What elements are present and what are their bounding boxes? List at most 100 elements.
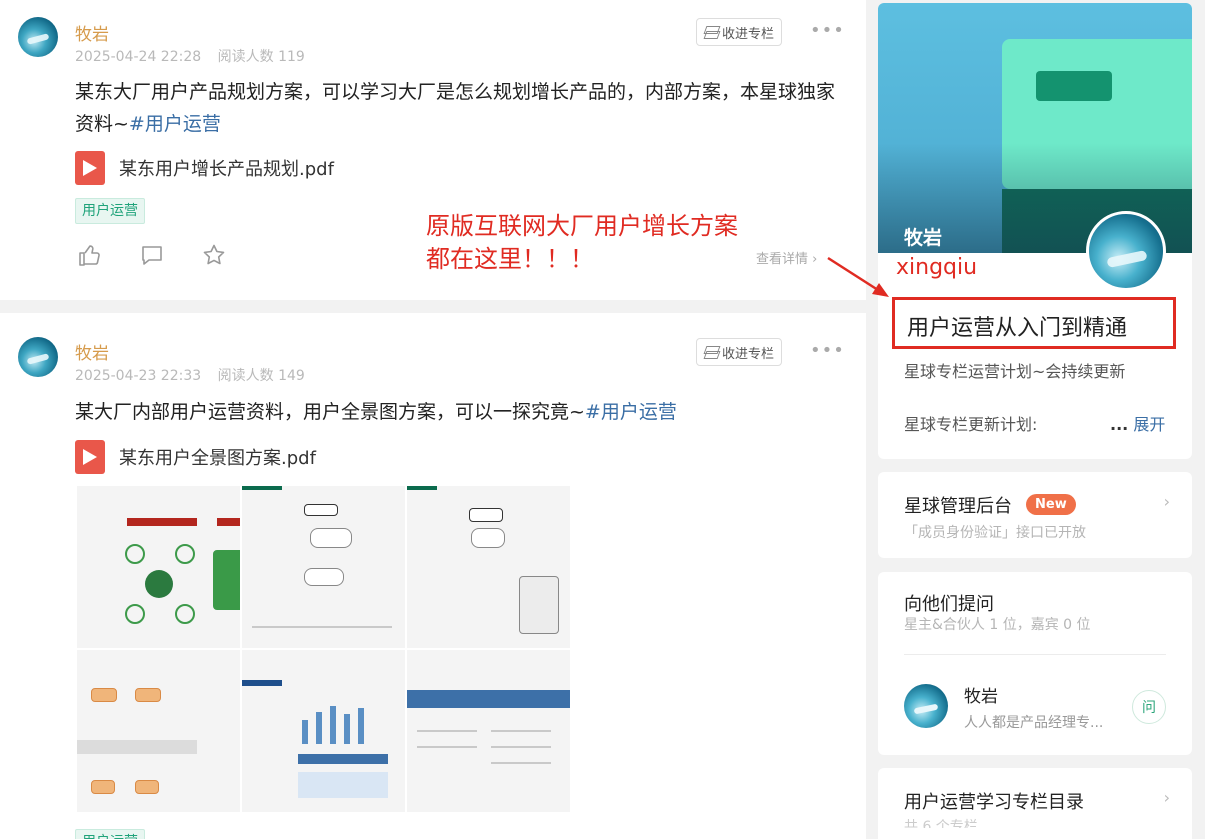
collect-to-column-button[interactable]: 收进专栏 (696, 338, 782, 366)
column-title: 用户运营从入门到精通 (907, 316, 1128, 341)
annotation-line-2: 都在这里！！！ (426, 245, 594, 273)
collect-label: 收进专栏 (721, 346, 774, 362)
owner-avatar[interactable] (1086, 211, 1166, 291)
thumb-box (135, 780, 159, 794)
pdf-file-icon (75, 440, 105, 474)
thumb-node (125, 544, 145, 564)
host-avatar[interactable] (904, 684, 948, 728)
thumb-accent (242, 680, 282, 686)
image-thumbnail[interactable] (77, 486, 240, 648)
host-description: 人人都是产品经理专... (964, 715, 1104, 731)
hashtag-link[interactable]: #用户运营 (129, 113, 221, 135)
collect-to-column-button[interactable]: 收进专栏 (696, 18, 782, 46)
thumb-band (77, 740, 197, 754)
thumb-bar (358, 708, 364, 744)
author-avatar[interactable] (18, 17, 58, 57)
thumb-bar (330, 706, 336, 744)
image-thumbnail[interactable] (407, 650, 570, 812)
thumb-center-node (145, 570, 173, 598)
topic-tag[interactable]: 用户运营 (75, 829, 145, 839)
ask-title: 向他们提问 (904, 594, 994, 615)
thumb-line (491, 746, 551, 748)
thumb-red-header (127, 518, 197, 526)
expand-ellipsis: ... (1110, 415, 1129, 434)
thumb-side-panel (213, 550, 240, 610)
chevron-right-icon: › (1163, 492, 1170, 511)
toc-title: 用户运营学习专栏目录 (904, 792, 1084, 813)
post-actions (78, 243, 226, 267)
comment-icon[interactable] (140, 243, 164, 267)
thumb-table-header (298, 754, 388, 764)
more-dots-icon[interactable]: ••• (810, 20, 845, 41)
new-badge: New (1026, 494, 1076, 515)
pdf-attachment[interactable]: 某东用户增长产品规划.pdf (75, 151, 334, 185)
admin-subtitle: 「成员身份验证」接口已开放 (904, 525, 1086, 541)
thumb-bar (302, 720, 308, 744)
author-name[interactable]: 牧岩 (75, 339, 109, 364)
author-name[interactable]: 牧岩 (75, 20, 109, 45)
cover-shape (1036, 71, 1112, 101)
pdf-filename: 某东用户增长产品规划.pdf (119, 159, 334, 180)
thumb-accent (407, 486, 437, 490)
image-gallery (77, 486, 571, 813)
thumb-table (298, 772, 388, 798)
image-thumbnail[interactable] (77, 650, 240, 812)
post-date: 2025-04-23 22:33 (75, 368, 202, 384)
thumb-line (417, 746, 477, 748)
chevron-right-icon: › (1163, 788, 1170, 807)
column-plan-label: 星球专栏更新计划: (904, 415, 1038, 434)
pdf-attachment[interactable]: 某东用户全景图方案.pdf (75, 440, 316, 474)
thumb-line (491, 730, 551, 732)
thumb-bar (316, 712, 322, 744)
pdf-file-icon (75, 151, 105, 185)
thumbs-up-icon[interactable] (78, 243, 102, 267)
thumb-accent (242, 486, 282, 490)
red-annotation: 原版互联网大厂用户增长方案 都在这里！！！ (426, 210, 738, 276)
divider (904, 654, 1166, 655)
view-details-label: 查看详情 (756, 252, 809, 267)
thumb-box (519, 576, 559, 634)
thumb-line (417, 730, 477, 732)
thumb-box (471, 528, 505, 548)
annotation-line-1: 原版互联网大厂用户增长方案 (426, 212, 738, 240)
post-meta: 2025-04-24 22:28 阅读人数 119 (75, 46, 317, 66)
author-avatar[interactable] (18, 337, 58, 377)
thumb-box (91, 780, 115, 794)
column-title-highlight: 用户运营从入门到精通 (892, 297, 1176, 349)
annotation-xingqiu: xingqiu (896, 255, 978, 280)
column-toc-card[interactable]: 用户运营学习专栏目录 共 6 个专栏 › (878, 768, 1192, 839)
post-text: 某大厂内部用户运营资料，用户全景图方案，可以一探究竟~#用户运营 (75, 396, 835, 428)
cover-owner-name: 牧岩 (904, 227, 943, 249)
topic-tag[interactable]: 用户运营 (75, 198, 145, 224)
host-name[interactable]: 牧岩 (964, 682, 998, 707)
image-thumbnail[interactable] (407, 486, 570, 648)
read-count: 阅读人数 119 (217, 49, 305, 65)
layers-icon (704, 26, 718, 38)
view-details-link[interactable]: 查看详情 › (756, 248, 817, 267)
ask-button[interactable]: 问 (1132, 690, 1166, 724)
post-text: 某东大厂用户产品规划方案，可以学习大厂是怎么规划增长产品的，内部方案，本星球独家… (75, 76, 835, 140)
thumb-box (91, 688, 117, 702)
star-icon[interactable] (202, 243, 226, 267)
hashtag-link[interactable]: #用户运营 (585, 401, 677, 423)
thumb-node (175, 544, 195, 564)
ask-subtitle: 星主&合伙人 1 位，嘉宾 0 位 (904, 617, 1091, 633)
expand-label: 展开 (1133, 415, 1166, 434)
thumb-red-header (217, 518, 240, 526)
expand-button[interactable]: ... 展开 (1110, 411, 1165, 435)
more-dots-icon[interactable]: ••• (810, 340, 845, 361)
thumb-box (310, 528, 352, 548)
chevron-right-icon: › (812, 252, 818, 267)
read-count: 阅读人数 149 (217, 368, 305, 384)
admin-panel-card[interactable]: 星球管理后台 New 「成员身份验证」接口已开放 › (878, 472, 1192, 558)
pdf-filename: 某东用户全景图方案.pdf (119, 448, 316, 469)
post-meta: 2025-04-23 22:33 阅读人数 149 (75, 365, 317, 385)
thumb-line (491, 762, 551, 764)
post-date: 2025-04-24 22:28 (75, 49, 202, 65)
thumb-node (125, 604, 145, 624)
toc-subtitle: 共 6 个专栏 (904, 819, 978, 828)
image-thumbnail[interactable] (242, 486, 405, 648)
image-thumbnail[interactable] (242, 650, 405, 812)
thumb-box (469, 508, 503, 522)
post-card: 牧岩 2025-04-24 22:28 阅读人数 119 收进专栏 ••• 某东… (0, 0, 866, 300)
